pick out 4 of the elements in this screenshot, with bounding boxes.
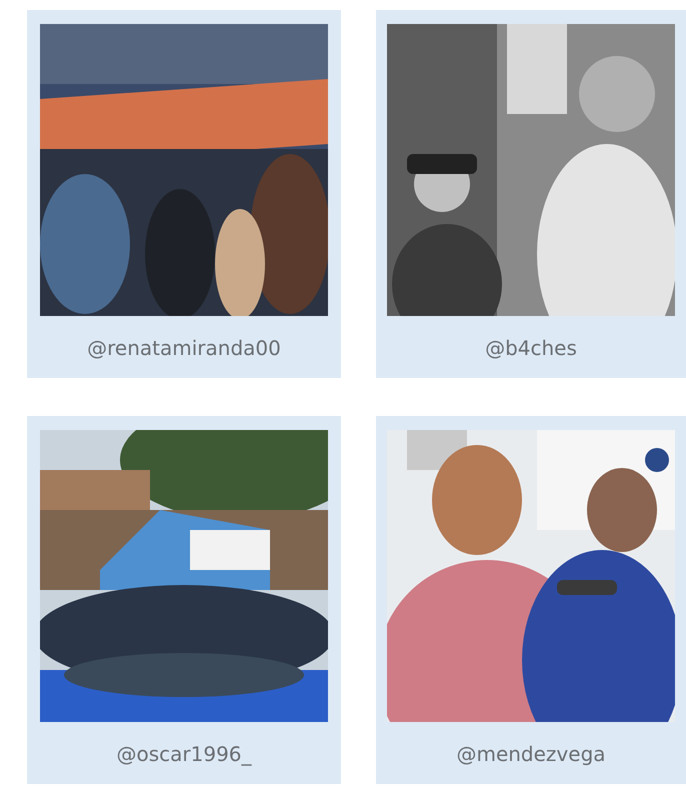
- username: @oscar1996_: [116, 742, 252, 766]
- username: @renatamiranda00: [87, 336, 281, 360]
- username: @mendezvega: [456, 742, 606, 766]
- username: @b4ches: [485, 336, 577, 360]
